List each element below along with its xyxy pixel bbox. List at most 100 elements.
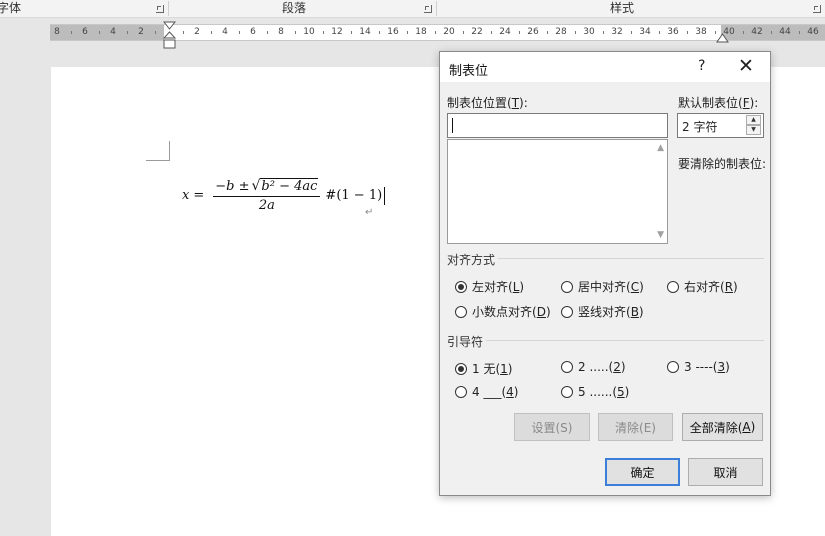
leader-middle-dots-radio[interactable]: 5 ......(5) (561, 385, 629, 399)
dialog-title-bar[interactable]: 制表位 ? ✕ (440, 52, 770, 82)
sqrt-icon: √ (251, 178, 261, 194)
leader-underline-radio[interactable]: 4 ___(4) (455, 385, 518, 399)
ruler-tick (659, 31, 660, 34)
indent-marker-icon[interactable] (163, 21, 176, 50)
set-button[interactable]: 设置(S) (514, 413, 590, 441)
leader-section-label: 引导符 (447, 335, 484, 349)
ruler-tick (687, 31, 688, 34)
ruler-tick (323, 31, 324, 34)
ruler-tick (435, 31, 436, 34)
ruler-tick (799, 31, 800, 34)
ruler-tick (379, 31, 380, 34)
ruler-tick (295, 31, 296, 34)
ruler-tick-label: 6 (250, 27, 256, 37)
scroll-down-icon[interactable]: ▼ (657, 230, 664, 240)
ruler-tick-label: 10 (303, 27, 315, 37)
leader-none-radio[interactable]: 1 无(1) (455, 360, 512, 377)
ruler-tick-label: 46 (807, 27, 819, 37)
ruler-tick-label: 16 (387, 27, 399, 37)
radio-icon (455, 305, 467, 318)
group-divider (168, 1, 169, 16)
ruler-tick-label: 2 (194, 27, 200, 37)
input-caret (452, 118, 453, 133)
ok-button[interactable]: 确定 (605, 458, 680, 486)
formula-suffix: #(1 − 1) (325, 188, 383, 203)
tab-position-list[interactable]: ▲ ▼ (447, 139, 668, 244)
ruler-tick (771, 31, 772, 34)
align-center-radio[interactable]: 居中对齐(C) (561, 278, 644, 295)
ruler-tick-label: 24 (499, 27, 511, 37)
right-indent-marker-icon[interactable] (716, 33, 729, 44)
formula-num-prefix: −b ± (215, 178, 250, 194)
ruler-tick (71, 31, 72, 34)
ruler-tick-label: 26 (527, 27, 539, 37)
formula-fraction: −b ± √ b² − 4ac 2a (213, 178, 321, 213)
ruler-tick-label: 12 (331, 27, 343, 37)
align-bar-radio[interactable]: 竖线对齐(B) (561, 303, 644, 320)
align-right-radio[interactable]: 右对齐(R) (667, 278, 738, 295)
ruler-tick-label: 4 (222, 27, 228, 37)
ruler-tick-label: 30 (583, 27, 595, 37)
ruler-tick (155, 31, 156, 34)
cancel-button[interactable]: 取消 (688, 458, 763, 486)
tabs-dialog: 制表位 ? ✕ 制表位位置(T): ▲ ▼ 默认制表位(F): 2 字符 ▲ ▼… (439, 51, 771, 496)
ruler-tick-label: 4 (110, 27, 116, 37)
section-divider (486, 340, 764, 341)
paragraph-dialog-launcher-icon[interactable] (424, 5, 432, 13)
ruler-tick-label: 8 (54, 27, 60, 37)
ruler-tick-label: 32 (611, 27, 623, 37)
clear-button[interactable]: 清除(E) (598, 413, 673, 441)
alignment-section-label: 对齐方式 (447, 253, 496, 267)
ruler-tick-label: 18 (415, 27, 427, 37)
styles-dialog-launcher-icon[interactable] (813, 5, 821, 13)
radio-selected-icon (455, 362, 467, 375)
radio-icon (455, 386, 467, 398)
ruler-tick (491, 31, 492, 34)
help-icon[interactable]: ? (698, 58, 705, 74)
spin-down-icon[interactable]: ▼ (746, 125, 761, 135)
section-divider (498, 258, 764, 259)
ruler-tick-label: 20 (443, 27, 455, 37)
tab-position-input[interactable] (447, 113, 668, 138)
styles-group-label: 样式 (610, 1, 635, 15)
default-stops-spinbox[interactable]: 2 字符 ▲ ▼ (677, 113, 764, 138)
leader-dots-radio[interactable]: 2 .....(2) (561, 360, 626, 374)
ruler-tick (407, 31, 408, 34)
ruler-tick-label: 14 (359, 27, 371, 37)
formula-x: x (182, 188, 190, 203)
spin-up-icon[interactable]: ▲ (746, 115, 761, 125)
ruler-area: 8 6 4 2 2 4 6 8 10 12 14 16 18 20 22 24 26 28 30 32 34 36 38 40… (0, 18, 825, 50)
to-clear-label: 要清除的制表位: (678, 157, 767, 171)
align-decimal-radio[interactable]: 小数点对齐(D) (455, 303, 551, 320)
align-left-radio[interactable]: 左对齐(L) (455, 278, 524, 295)
font-dialog-launcher-icon[interactable] (156, 5, 164, 13)
ribbon-group-strip: 字体 段落 样式 (0, 0, 825, 18)
font-group-label: 字体 (0, 1, 22, 15)
ruler-tick (267, 31, 268, 34)
paragraph-mark-icon: ↵ (365, 207, 374, 218)
ruler-tick-label: 36 (667, 27, 679, 37)
formula-denominator: 2a (258, 198, 275, 213)
ruler-tick-label: 2 (138, 27, 144, 37)
ruler-tick (743, 31, 744, 34)
formula-equals: = (193, 188, 205, 203)
radio-icon (561, 386, 573, 398)
ruler-tick (547, 31, 548, 34)
ruler-left-margin (50, 25, 164, 40)
close-icon[interactable]: ✕ (738, 55, 754, 77)
paragraph-group-label: 段落 (282, 1, 307, 15)
margin-corner-mark (146, 141, 170, 161)
ruler-tick (519, 31, 520, 34)
clear-all-button[interactable]: 全部清除(A) (682, 413, 763, 441)
formula-numerator: −b ± √ b² − 4ac (213, 178, 321, 197)
default-stops-label: 默认制表位(F): (678, 96, 759, 110)
radio-icon (561, 280, 573, 293)
scroll-up-icon[interactable]: ▲ (657, 143, 664, 153)
ruler-tick (603, 31, 604, 34)
ruler-tick-label: 22 (471, 27, 483, 37)
equation[interactable]: x = −b ± √ b² − 4ac 2a #(1 − 1) (182, 178, 386, 213)
leader-dashes-radio[interactable]: 3 ----(3) (667, 360, 730, 374)
ruler-tick (351, 31, 352, 34)
dialog-title: 制表位 (449, 64, 489, 79)
ruler-tick-label: 28 (555, 27, 567, 37)
